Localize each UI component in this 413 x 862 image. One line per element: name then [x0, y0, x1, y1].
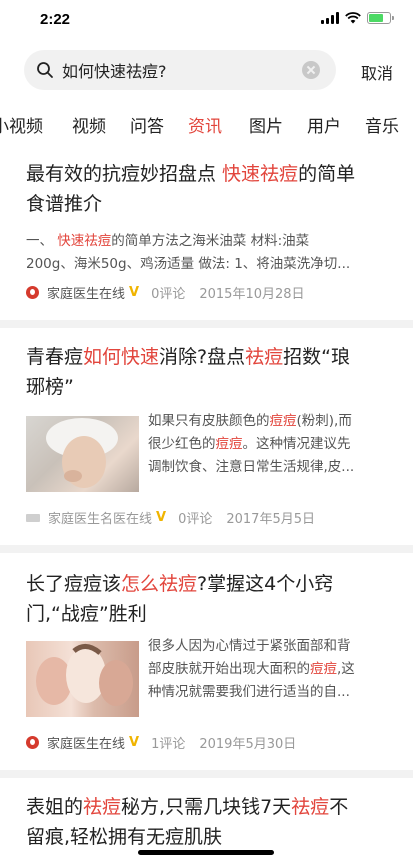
tab-users[interactable]: 用户	[307, 112, 341, 137]
divider	[0, 770, 413, 778]
verified-badge: V	[156, 510, 167, 525]
tab-video[interactable]: 视频	[72, 112, 106, 137]
verified-badge: V	[129, 735, 140, 750]
article-date: 2017年5月5日	[226, 512, 315, 527]
status-bar: 2:22	[0, 0, 413, 40]
source-logo-icon	[26, 513, 40, 522]
tab-short-video[interactable]: 小视频	[0, 112, 43, 137]
article-date: 2015年10月28日	[199, 287, 305, 302]
article-source: 家庭医生在线	[47, 737, 126, 752]
source-logo-icon	[26, 736, 39, 749]
search-row: 如何快速祛痘? 取消	[0, 48, 413, 94]
article-meta: 家庭医生在线 V 0评论 2015年10月28日	[26, 283, 305, 302]
face-image	[46, 418, 118, 488]
cancel-button[interactable]: 取消	[361, 60, 393, 84]
comment-count: 0评论	[178, 512, 213, 527]
home-indicator[interactable]	[138, 850, 274, 855]
face-masks-image	[36, 644, 133, 706]
source-logo-icon	[26, 286, 39, 299]
battery-icon	[367, 12, 394, 24]
article-summary: 如果只有皮肤颜色的痘痘(粉刺),而 很少红色的痘痘。这种情况建议先 调制饮食、注…	[148, 413, 355, 475]
search-icon	[37, 62, 53, 78]
status-icons	[321, 12, 394, 24]
comment-count: 1评论	[151, 737, 186, 752]
article-source: 家庭医生在线	[47, 287, 126, 302]
tab-music[interactable]: 音乐	[365, 112, 399, 137]
tab-qa[interactable]: 问答	[130, 112, 164, 137]
status-time: 2:22	[40, 11, 71, 28]
divider	[0, 545, 413, 553]
article-title: 青春痘如何快速消除?盘点祛痘招数“琅 琊榜”	[26, 346, 350, 398]
article-summary: 一、 快速祛痘的简单方法之海米油菜 材料:油菜 200g、海米50g、鸡汤适量 …	[26, 233, 351, 272]
comment-count: 0评论	[151, 287, 186, 302]
tab-news[interactable]: 资讯	[188, 112, 222, 137]
article-summary: 很多人因为心情过于紧张面部和背 部皮肤就开始出现大面积的痘痘,这 种情况就需要我…	[148, 638, 355, 700]
article-card[interactable]: 最有效的抗痘妙招盘点 快速祛痘的简单 食谱推介 一、 快速祛痘的简单方法之海米油…	[0, 150, 413, 320]
article-card[interactable]: 青春痘如何快速消除?盘点祛痘招数“琅 琊榜” 如果只有皮肤颜色的痘痘(粉刺),而…	[0, 328, 413, 540]
verified-badge: V	[129, 285, 140, 300]
article-meta: 家庭医生在线 V 1评论 2019年5月30日	[26, 733, 296, 752]
article-title: 最有效的抗痘妙招盘点 快速祛痘的简单 食谱推介	[26, 163, 356, 215]
battery-level	[369, 14, 383, 22]
article-title: 长了痘痘该怎么祛痘?掌握这4个小窍 门,“战痘”胜利	[26, 573, 334, 625]
article-thumbnail	[26, 416, 139, 492]
cellular-signal-icon	[321, 12, 339, 24]
search-query: 如何快速祛痘?	[62, 62, 167, 81]
article-thumbnail	[26, 641, 139, 717]
search-input[interactable]: 如何快速祛痘?	[24, 50, 336, 90]
article-card[interactable]: 长了痘痘该怎么祛痘?掌握这4个小窍 门,“战痘”胜利 很多人因为心情过于紧张面部…	[0, 553, 413, 765]
tab-images[interactable]: 图片	[249, 112, 283, 137]
divider	[0, 320, 413, 328]
clear-icon[interactable]	[302, 61, 320, 79]
wifi-icon	[345, 12, 361, 24]
article-title: 表姐的祛痘秘方,只需几块钱7天祛痘不 留痕,轻松拥有无痘肌肤	[26, 796, 349, 848]
category-tabs: 小视频 视频 问答 资讯 图片 用户 音乐	[0, 106, 413, 146]
article-meta: 家庭医生名医在线 V 0评论 2017年5月5日	[26, 508, 315, 527]
article-date: 2019年5月30日	[199, 737, 297, 752]
article-source: 家庭医生名医在线	[48, 512, 153, 527]
